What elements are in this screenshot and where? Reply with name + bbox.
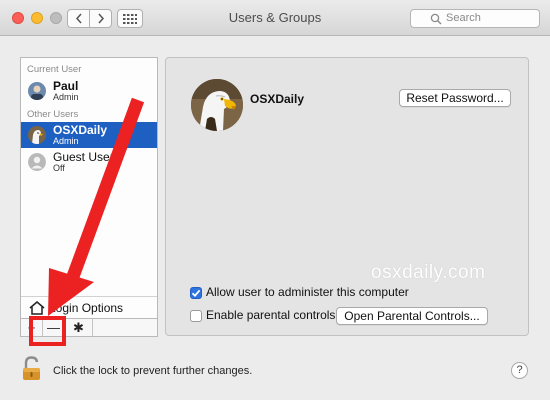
red-highlight-box bbox=[29, 316, 66, 346]
red-arrow-annotation bbox=[48, 97, 145, 316]
users-groups-window: Users & Groups Search Current User Paul … bbox=[0, 0, 550, 400]
